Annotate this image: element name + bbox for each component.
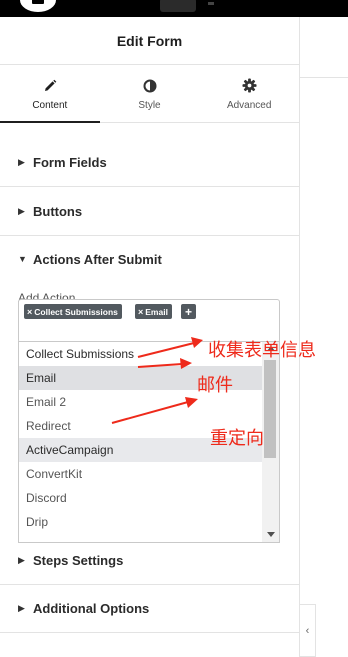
action-tag-label: Collect Submissions xyxy=(34,306,118,317)
section-label: Form Fields xyxy=(33,154,107,170)
tab-content[interactable]: Content xyxy=(0,65,100,123)
section-label: Steps Settings xyxy=(33,552,124,568)
top-toolbar xyxy=(0,0,348,17)
caret-right-icon: ▶ xyxy=(18,554,25,565)
collapse-panel-button[interactable]: ‹ xyxy=(300,604,316,657)
half-circle-icon xyxy=(143,77,157,95)
caret-right-icon: ▶ xyxy=(18,205,25,216)
add-tag-button[interactable]: + xyxy=(181,304,196,319)
divider xyxy=(300,77,348,78)
tab-style[interactable]: Style xyxy=(100,65,200,122)
annotation-mail: 邮件 xyxy=(197,375,233,396)
pencil-icon xyxy=(43,77,57,95)
remove-tag-icon[interactable]: × xyxy=(27,307,32,317)
section-label: Additional Options xyxy=(33,600,150,616)
section-steps-settings[interactable]: ▶ Steps Settings xyxy=(0,536,299,585)
gear-icon xyxy=(242,77,257,95)
dropdown-option[interactable]: Drip xyxy=(19,510,262,534)
toolbar-button[interactable] xyxy=(160,0,196,12)
tab-label: Advanced xyxy=(226,99,272,111)
section-actions-after-submit[interactable]: ▼ Actions After Submit xyxy=(0,236,299,282)
caret-down-icon: ▼ xyxy=(18,254,27,264)
annotation-redirect: 重定向 xyxy=(210,428,264,449)
caret-right-icon: ▶ xyxy=(18,602,25,613)
remove-tag-icon[interactable]: × xyxy=(138,307,143,317)
tab-label: Style xyxy=(138,99,161,111)
dropdown-option[interactable]: ConvertKit xyxy=(19,462,262,486)
section-additional-options[interactable]: ▶ Additional Options xyxy=(0,584,299,633)
panel-tabs: Content Style Advanced xyxy=(0,65,299,123)
action-tag[interactable]: × Email xyxy=(135,304,172,319)
section-label: Buttons xyxy=(33,203,83,219)
scrollbar-thumb[interactable] xyxy=(264,360,276,458)
scroll-down-icon[interactable] xyxy=(267,532,275,537)
panel-header: Edit Form xyxy=(0,17,299,65)
section-buttons[interactable]: ▶ Buttons xyxy=(0,187,299,236)
section-label: Actions After Submit xyxy=(33,251,162,267)
app-logo[interactable] xyxy=(20,0,56,12)
dropdown-option[interactable]: Discord xyxy=(19,486,262,510)
page-title: Edit Form xyxy=(116,32,183,49)
toolbar-indicator xyxy=(208,2,214,5)
annotation-collect-info: 收集表单信息 xyxy=(208,340,316,361)
tab-advanced[interactable]: Advanced xyxy=(199,65,299,122)
caret-right-icon: ▶ xyxy=(18,156,25,167)
tab-label: Content xyxy=(32,99,68,111)
section-form-fields[interactable]: ▶ Form Fields xyxy=(0,138,299,187)
dropdown-scrollbar[interactable] xyxy=(262,342,279,542)
action-tag[interactable]: × Collect Submissions xyxy=(24,304,122,319)
chevron-left-icon: ‹ xyxy=(305,624,310,637)
action-tag-label: Email xyxy=(145,306,168,317)
